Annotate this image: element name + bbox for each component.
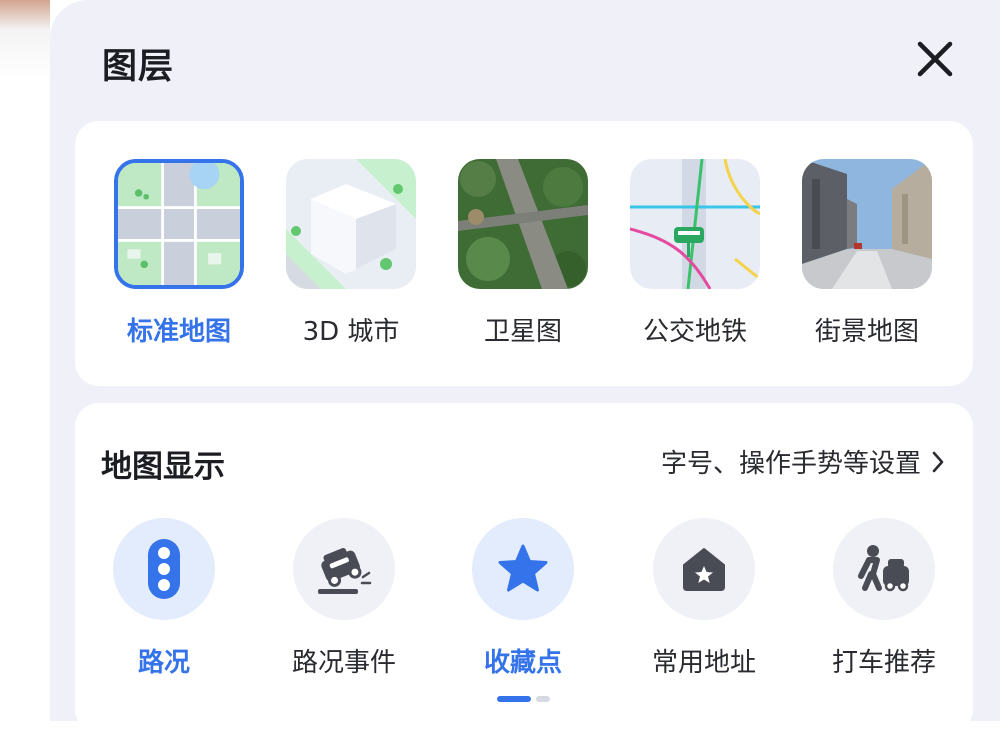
page-dot-active [497, 696, 531, 702]
map-type-card: 标准地图 3D 城市 卫星图 公交地铁 街景地图 [75, 121, 973, 386]
display-label: 常用地址 [651, 648, 756, 678]
layer-label: 公交地铁 [642, 317, 747, 347]
traffic-light-icon [113, 518, 215, 620]
layer-label: 卫星图 [483, 317, 562, 347]
street-view-icon [802, 159, 932, 289]
close-button[interactable] [912, 36, 958, 82]
section-title: 地图显示 [101, 449, 225, 485]
display-label: 路况 [137, 648, 190, 678]
display-toggle-common-address[interactable]: 常用地址 [634, 518, 774, 679]
page-dot [536, 696, 550, 702]
background-map-edge [0, 0, 50, 721]
taxi-recommend-icon [833, 518, 935, 620]
road-event-icon [293, 518, 395, 620]
chevron-right-icon [932, 451, 944, 472]
display-toggle-traffic[interactable]: 路况 [94, 518, 234, 679]
layer-label: 3D 城市 [302, 317, 400, 347]
page-indicator [497, 696, 550, 702]
display-label: 收藏点 [483, 648, 562, 678]
display-settings-link[interactable]: 字号、操作手势等设置 [661, 443, 945, 480]
transit-icon [630, 159, 760, 289]
display-label: 打车推荐 [831, 648, 936, 678]
layer-label: 标准地图 [126, 317, 231, 347]
display-label: 路况事件 [291, 648, 396, 678]
display-toggle-taxi-recommend[interactable]: 打车推荐 [814, 518, 954, 679]
layer-option-street-view[interactable]: 街景地图 [797, 159, 937, 348]
layer-option-3d-city[interactable]: 3D 城市 [281, 159, 421, 348]
display-toggle-road-events[interactable]: 路况事件 [274, 518, 414, 679]
layer-option-standard[interactable]: 标准地图 [109, 159, 249, 348]
layer-option-satellite[interactable]: 卫星图 [453, 159, 593, 348]
map-display-card: 地图显示 字号、操作手势等设置 路况 路况事件 收藏点 常用地址 打车推荐 [75, 403, 973, 733]
layer-label: 街景地图 [814, 317, 919, 347]
settings-link-label: 字号、操作手势等设置 [660, 449, 921, 479]
home-star-icon [653, 518, 755, 620]
close-icon [917, 41, 953, 77]
3d-city-icon [286, 159, 416, 289]
panel-title: 图层 [102, 47, 175, 87]
satellite-icon [458, 159, 588, 289]
standard-map-icon [114, 159, 244, 289]
layers-panel: 图层 标准地图 3D 城市 卫星图 公交地铁 街景地图 地图显示 字号、操作手势… [50, 0, 1000, 733]
display-toggle-favorites[interactable]: 收藏点 [453, 518, 593, 679]
star-icon [472, 518, 574, 620]
layer-option-transit[interactable]: 公交地铁 [625, 159, 765, 348]
